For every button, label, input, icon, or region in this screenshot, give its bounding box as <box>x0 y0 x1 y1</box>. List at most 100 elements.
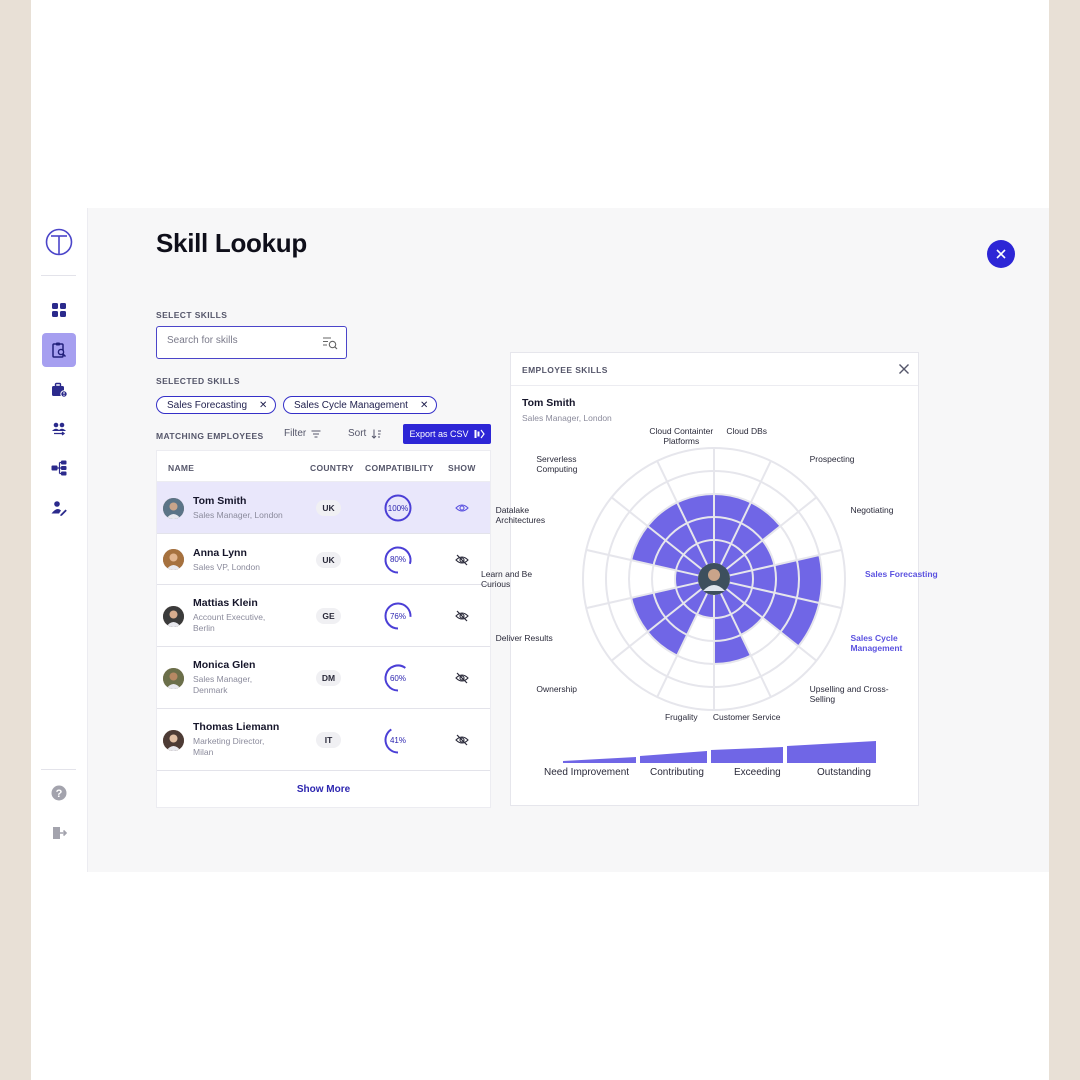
matching-employees-label: MATCHING EMPLOYEES <box>156 431 264 441</box>
export-icon <box>474 429 485 439</box>
selected-skills-label: SELECTED SKILLS <box>156 376 240 386</box>
employee-role: Sales Manager, Denmark <box>193 674 253 695</box>
skill-chip[interactable]: Sales Cycle Management ✕ <box>283 396 438 414</box>
column-header-show[interactable]: SHOW <box>448 463 476 473</box>
skill-label: Upselling and Cross-Selling <box>809 683 889 704</box>
legend-ramp-segment <box>640 751 707 763</box>
employee-name: Tom Smith <box>193 495 247 507</box>
country-badge: DM <box>316 670 341 686</box>
skill-label: Sales Forecasting <box>865 569 938 579</box>
avatar <box>163 549 184 570</box>
employee-role: Marketing Director, Milan <box>193 736 265 757</box>
country-badge: UK <box>316 551 341 568</box>
sidebar-item-profile-edit[interactable] <box>42 491 76 525</box>
sort-button[interactable]: Sort <box>348 428 382 439</box>
employee-role: Account Executive, Berlin <box>193 612 266 633</box>
skill-label: Serverless Computing <box>536 454 578 475</box>
column-header-compatibility[interactable]: COMPATIBILITY <box>365 463 434 473</box>
column-header-country[interactable]: COUNTRY <box>310 463 354 473</box>
sidebar: ? <box>31 208 88 872</box>
eye-off-icon[interactable] <box>455 671 469 685</box>
country-badge: IT <box>316 732 341 748</box>
skill-label: Ownership <box>536 683 577 694</box>
legend-ramp-segment <box>787 741 876 763</box>
table-header: NAME COUNTRY COMPATIBILITY SHOW <box>157 451 490 482</box>
show-more-button[interactable]: Show More <box>157 771 490 807</box>
logout-icon <box>53 827 68 839</box>
sidebar-item-jobs[interactable] <box>42 373 76 407</box>
table-row[interactable]: Tom Smith Sales Manager, London UK 100% <box>157 482 490 534</box>
skill-chip[interactable]: Sales Forecasting ✕ <box>156 396 277 414</box>
skill-label: Sales Cycle Management <box>850 632 903 653</box>
dashboard-icon <box>52 303 66 317</box>
export-csv-label: Export as CSV <box>409 429 469 439</box>
avatar <box>163 667 184 689</box>
table-row[interactable]: Anna Lynn Sales VP, London UK 80% <box>157 534 490 585</box>
app-window: ? Skill Lookup SELECT SKILLS SELECTED SK… <box>31 208 1049 872</box>
sort-icon <box>371 429 382 439</box>
employee-role: Sales VP, London <box>193 561 260 572</box>
eye-off-icon[interactable] <box>455 609 469 623</box>
eye-off-icon[interactable] <box>455 553 469 567</box>
table-row[interactable]: Monica Glen Sales Manager, Denmark DM 60… <box>157 647 490 709</box>
person-edit-icon <box>51 501 67 516</box>
avatar <box>163 605 184 627</box>
page-title: Skill Lookup <box>156 228 307 258</box>
select-skills-label: SELECT SKILLS <box>156 310 228 320</box>
briefcase-alert-icon <box>52 382 68 398</box>
sidebar-item-org-chart[interactable] <box>42 451 76 485</box>
skill-chip-label: Sales Cycle Management <box>294 399 408 411</box>
legend-label: Contributing <box>650 767 704 778</box>
skill-chip-label: Sales Forecasting <box>167 399 248 411</box>
matching-employees-table: NAME COUNTRY COMPATIBILITY SHOW Tom Smit… <box>156 450 491 808</box>
employee-name: Thomas Liemann <box>193 721 280 733</box>
center-avatar <box>698 563 730 595</box>
country-badge: GE <box>316 608 341 624</box>
skill-search-input[interactable] <box>167 335 317 346</box>
compatibility-value: 76% <box>389 611 406 621</box>
sidebar-item-help[interactable]: ? <box>42 776 76 810</box>
remove-chip-icon[interactable]: ✕ <box>259 400 267 411</box>
close-button[interactable] <box>987 240 1015 268</box>
compatibility-value: 41% <box>389 735 406 745</box>
skill-search-box[interactable] <box>156 326 347 359</box>
sidebar-divider <box>41 275 76 276</box>
search-list-icon <box>323 337 338 350</box>
skill-label: Deliver Results <box>495 632 553 643</box>
compatibility-value: 100% <box>387 503 409 513</box>
skill-label: Negotiating <box>850 505 894 516</box>
employee-name: Monica Glen <box>193 659 256 671</box>
filter-icon <box>311 430 321 437</box>
people-swap-icon <box>52 422 66 436</box>
employee-name: Anna Lynn <box>193 546 247 559</box>
sidebar-divider <box>41 769 76 770</box>
close-icon <box>996 249 1006 259</box>
eye-icon[interactable] <box>455 501 469 515</box>
table-row[interactable]: Thomas Liemann Marketing Director, Milan… <box>157 709 490 771</box>
legend-label: Exceeding <box>734 767 781 778</box>
skill-lookup-icon <box>52 342 67 358</box>
remove-chip-icon[interactable]: ✕ <box>420 400 428 411</box>
eye-off-icon[interactable] <box>455 733 469 747</box>
table-row[interactable]: Mattias Klein Account Executive, Berlin … <box>157 585 490 647</box>
skill-label: Frugality <box>664 712 698 723</box>
skill-label: Learn and Be Curious <box>481 569 533 589</box>
sidebar-item-skill-lookup[interactable] <box>42 333 76 367</box>
export-csv-button[interactable]: Export as CSV <box>403 424 491 444</box>
column-header-name[interactable]: NAME <box>168 463 194 473</box>
compatibility-value: 80% <box>389 555 406 564</box>
svg-text:?: ? <box>56 788 63 800</box>
employee-skills-panel: EMPLOYEE SKILLS Tom Smith Sales Manager,… <box>481 352 938 806</box>
sidebar-item-dashboard[interactable] <box>42 293 76 327</box>
sidebar-item-people[interactable] <box>42 412 76 446</box>
compatibility-value: 60% <box>389 673 406 683</box>
country-badge: UK <box>316 500 341 516</box>
legend-label: Need Improvement <box>544 767 630 778</box>
sidebar-item-logout[interactable] <box>42 816 76 850</box>
org-chart-icon <box>51 460 67 476</box>
skill-label: Datalake Architectures <box>495 505 546 526</box>
sort-label: Sort <box>348 428 367 439</box>
avatar <box>163 497 184 519</box>
legend-label: Outstanding <box>817 767 871 778</box>
filter-button[interactable]: Filter <box>284 428 321 439</box>
